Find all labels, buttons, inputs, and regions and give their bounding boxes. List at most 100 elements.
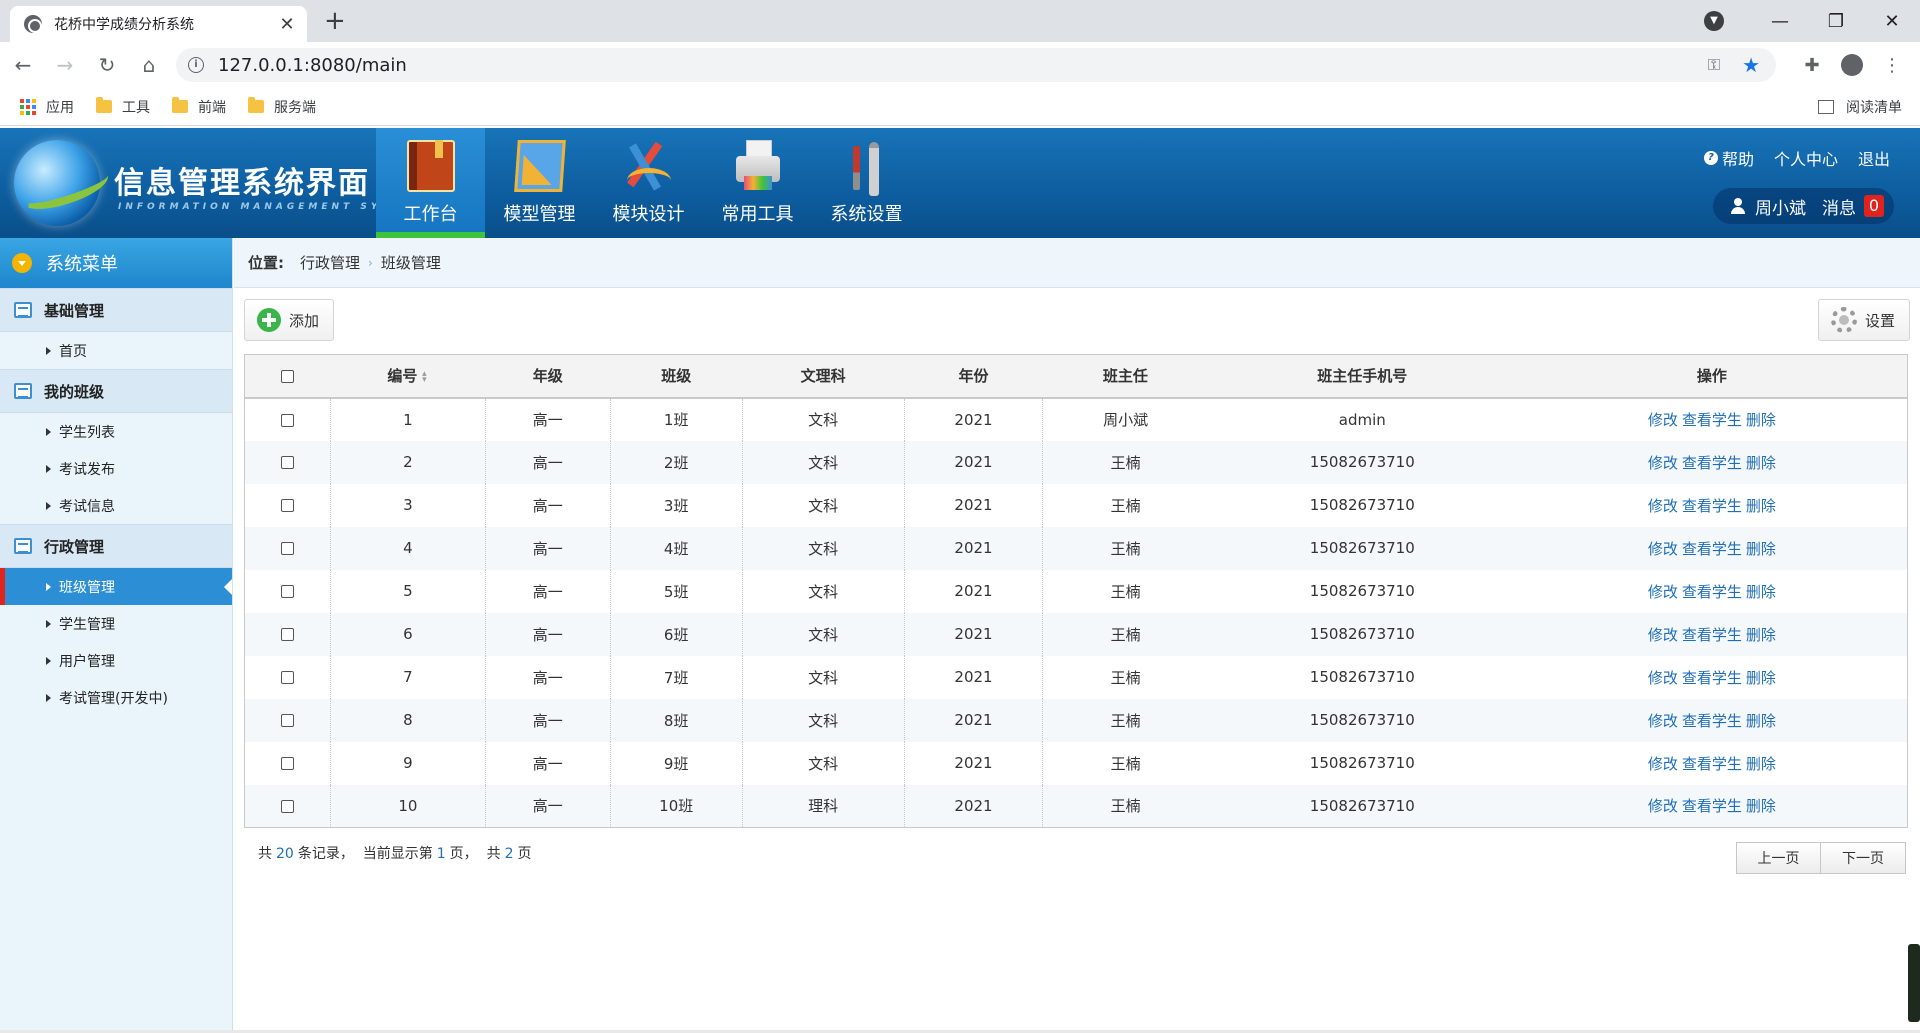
nav-workbench[interactable]: 工作台 <box>376 128 485 238</box>
edit-link[interactable]: 修改 <box>1648 540 1678 558</box>
view-students-link[interactable]: 查看学生 <box>1682 411 1742 429</box>
edit-link[interactable]: 修改 <box>1648 497 1678 515</box>
delete-link[interactable]: 删除 <box>1746 411 1776 429</box>
next-page-button[interactable]: 下一页 <box>1821 842 1906 874</box>
sidebar-item-exam-publish[interactable]: 考试发布 <box>0 450 232 487</box>
row-checkbox[interactable] <box>280 542 294 555</box>
forward-icon[interactable]: → <box>46 46 84 84</box>
breadcrumb-item[interactable]: 班级管理 <box>381 252 441 273</box>
edit-link[interactable]: 修改 <box>1648 626 1678 644</box>
chevron-down-icon[interactable] <box>12 253 32 273</box>
delete-link[interactable]: 删除 <box>1746 669 1776 687</box>
nav-module-design[interactable]: 模块设计 <box>594 128 703 238</box>
message-count-badge[interactable]: 0 <box>1864 195 1884 217</box>
edit-link[interactable]: 修改 <box>1648 669 1678 687</box>
help-link[interactable]: ? 帮助 <box>1703 146 1754 170</box>
profile-avatar-icon[interactable] <box>1841 54 1863 76</box>
back-icon[interactable]: ← <box>4 46 42 84</box>
reading-list-button[interactable]: 阅读清单 <box>1818 88 1902 126</box>
delete-link[interactable]: 删除 <box>1746 540 1776 558</box>
table-cell: 10 <box>330 784 486 828</box>
minimize-icon[interactable]: — <box>1752 11 1808 32</box>
bookmark-folder-tools[interactable]: 工具 <box>96 97 150 117</box>
delete-link[interactable]: 删除 <box>1746 497 1776 515</box>
row-checkbox[interactable] <box>280 585 294 598</box>
table-cell: 7 <box>330 655 486 699</box>
tab-search-icon[interactable]: ▼ <box>1704 11 1724 31</box>
column-header: 班主任 <box>1042 354 1208 399</box>
prev-page-button[interactable]: 上一页 <box>1736 842 1821 874</box>
bookmark-folder-frontend[interactable]: 前端 <box>172 97 226 117</box>
view-students-link[interactable]: 查看学生 <box>1682 669 1742 687</box>
view-students-link[interactable]: 查看学生 <box>1682 755 1742 773</box>
row-checkbox[interactable] <box>280 714 294 727</box>
delete-link[interactable]: 删除 <box>1746 583 1776 601</box>
key-icon[interactable]: ⚿ <box>1708 55 1720 75</box>
edit-link[interactable]: 修改 <box>1648 712 1678 730</box>
column-header[interactable]: 编号 ▴ ▾ <box>330 354 486 399</box>
new-tab-icon[interactable]: + <box>324 8 346 34</box>
row-checkbox[interactable] <box>280 757 294 770</box>
sidebar-group-admin[interactable]: 行政管理 <box>0 524 232 568</box>
url-text[interactable]: 127.0.0.1:8080/main <box>218 55 1708 76</box>
restore-icon[interactable]: ❐ <box>1808 11 1864 32</box>
bookmark-apps[interactable]: 应用 <box>20 97 74 117</box>
view-students-link[interactable]: 查看学生 <box>1682 712 1742 730</box>
nav-common-tools[interactable]: 常用工具 <box>703 128 812 238</box>
sidebar-item-user-management[interactable]: 用户管理 <box>0 642 232 679</box>
menu-icon[interactable]: ⋮ <box>1872 55 1912 76</box>
sidebar-group-basic[interactable]: 基础管理 <box>0 288 232 332</box>
row-checkbox[interactable] <box>280 628 294 641</box>
sidebar-item-student-management[interactable]: 学生管理 <box>0 605 232 642</box>
info-icon[interactable]: i <box>188 57 204 73</box>
view-students-link[interactable]: 查看学生 <box>1682 540 1742 558</box>
logout-link[interactable]: 退出 <box>1858 146 1890 170</box>
row-checkbox[interactable] <box>280 499 294 512</box>
sidebar-group-my-class[interactable]: 我的班级 <box>0 369 232 413</box>
side-scrollbar[interactable] <box>1908 944 1920 1022</box>
delete-link[interactable]: 删除 <box>1746 626 1776 644</box>
user-name[interactable]: 周小斌 <box>1755 194 1806 219</box>
address-bar[interactable]: i 127.0.0.1:8080/main ⚿ ★ <box>176 48 1776 82</box>
delete-link[interactable]: 删除 <box>1746 797 1776 815</box>
delete-link[interactable]: 删除 <box>1746 712 1776 730</box>
reload-icon[interactable]: ↻ <box>88 46 126 84</box>
sidebar-item-home[interactable]: 首页 <box>0 332 232 369</box>
add-button[interactable]: 添加 <box>244 299 335 341</box>
view-students-link[interactable]: 查看学生 <box>1682 797 1742 815</box>
edit-link[interactable]: 修改 <box>1648 755 1678 773</box>
row-checkbox[interactable] <box>280 413 294 427</box>
sidebar-item-exam-info[interactable]: 考试信息 <box>0 487 232 524</box>
sort-icon[interactable]: ▴ ▾ <box>420 369 428 384</box>
edit-link[interactable]: 修改 <box>1648 797 1678 815</box>
close-tab-icon[interactable]: ✕ <box>277 14 297 35</box>
browser-tab[interactable]: 花桥中学成绩分析系统 ✕ <box>10 6 307 42</box>
sidebar-item-student-list[interactable]: 学生列表 <box>0 413 232 450</box>
extensions-icon[interactable]: ✚ <box>1792 55 1832 76</box>
view-students-link[interactable]: 查看学生 <box>1682 454 1742 472</box>
message-link[interactable]: 消息 <box>1822 194 1856 219</box>
sidebar-item-class-management[interactable]: 班级管理 <box>0 568 232 605</box>
nav-system-settings[interactable]: 系统设置 <box>812 128 921 238</box>
row-checkbox[interactable] <box>280 671 294 684</box>
profile-link[interactable]: 个人中心 <box>1774 146 1838 170</box>
row-checkbox[interactable] <box>280 456 294 469</box>
sidebar-item-exam-management[interactable]: 考试管理(开发中) <box>0 679 232 716</box>
delete-link[interactable]: 删除 <box>1746 454 1776 472</box>
settings-button[interactable]: 设置 <box>1817 299 1910 341</box>
nav-model-management[interactable]: 模型管理 <box>485 128 594 238</box>
edit-link[interactable]: 修改 <box>1648 411 1678 429</box>
view-students-link[interactable]: 查看学生 <box>1682 583 1742 601</box>
breadcrumb-item[interactable]: 行政管理 <box>300 252 360 273</box>
bookmark-folder-backend[interactable]: 服务端 <box>248 97 316 117</box>
home-icon[interactable]: ⌂ <box>130 46 168 84</box>
select-all-checkbox[interactable] <box>281 369 295 383</box>
view-students-link[interactable]: 查看学生 <box>1682 626 1742 644</box>
delete-link[interactable]: 删除 <box>1746 755 1776 773</box>
edit-link[interactable]: 修改 <box>1648 454 1678 472</box>
row-checkbox[interactable] <box>280 799 294 813</box>
bookmark-star-icon[interactable]: ★ <box>1742 53 1760 77</box>
edit-link[interactable]: 修改 <box>1648 583 1678 601</box>
close-window-icon[interactable]: ✕ <box>1864 11 1920 32</box>
view-students-link[interactable]: 查看学生 <box>1682 497 1742 515</box>
